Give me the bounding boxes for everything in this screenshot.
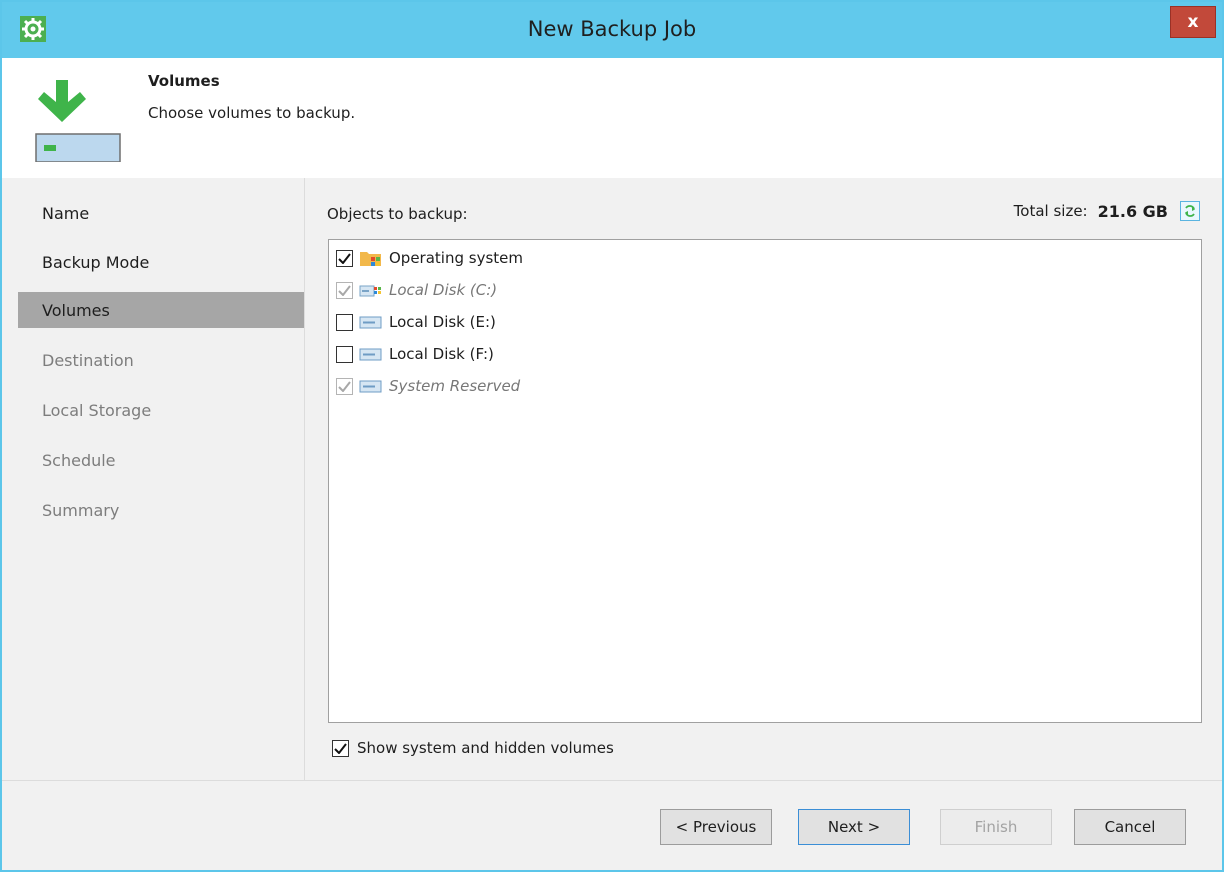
sidebar-item-volumes[interactable]: Volumes xyxy=(18,292,304,328)
check-icon xyxy=(338,284,351,296)
show-hidden-volumes-option[interactable]: Show system and hidden volumes xyxy=(332,739,614,757)
sidebar-item-summary: Summary xyxy=(42,500,120,520)
next-button[interactable]: Next > xyxy=(798,809,910,845)
tree-item-label: Local Disk (E:) xyxy=(389,313,496,331)
tree-item-operating-system[interactable]: Operating system xyxy=(336,244,523,272)
total-size-label: Total size: xyxy=(1013,202,1088,220)
check-icon xyxy=(334,742,347,754)
refresh-icon[interactable] xyxy=(1180,201,1200,221)
show-hidden-label: Show system and hidden volumes xyxy=(357,739,614,757)
checkbox-operating-system[interactable] xyxy=(336,249,353,267)
tree-item-local-disk-f[interactable]: Local Disk (F:) xyxy=(336,340,494,368)
wizard-steps-sidebar: Name Backup Mode Volumes Destination Loc… xyxy=(2,178,304,780)
wizard-header: Volumes Choose volumes to backup. xyxy=(2,58,1222,178)
tree-item-label: System Reserved xyxy=(389,377,521,395)
volumes-panel: Objects to backup: Total size: 21.6 GB O… xyxy=(305,178,1222,780)
tree-item-label: Operating system xyxy=(389,249,523,267)
tree-item-label: Local Disk (C:) xyxy=(389,281,498,299)
check-icon xyxy=(338,380,351,392)
close-icon: x xyxy=(1187,12,1199,32)
previous-button[interactable]: < Previous xyxy=(660,809,772,845)
volumes-tree[interactable]: Operating system Local Disk (C:) Local D… xyxy=(328,239,1202,723)
sidebar-item-local-storage: Local Storage xyxy=(42,400,152,420)
cancel-button[interactable]: Cancel xyxy=(1074,809,1186,845)
step-title: Volumes xyxy=(148,72,220,90)
checkbox-system-reserved xyxy=(336,377,353,395)
sidebar-item-name[interactable]: Name xyxy=(18,195,304,231)
os-folder-icon xyxy=(359,249,383,267)
tree-item-label: Local Disk (F:) xyxy=(389,345,494,363)
checkbox-local-disk-e[interactable] xyxy=(336,313,353,331)
backup-volume-icon xyxy=(35,80,121,162)
tree-item-local-disk-e[interactable]: Local Disk (E:) xyxy=(336,308,496,336)
drive-icon xyxy=(359,313,383,331)
check-icon xyxy=(338,252,351,264)
wizard-footer: < Previous Next > Finish Cancel xyxy=(2,780,1222,870)
windows-drive-icon xyxy=(359,281,383,299)
close-button[interactable]: x xyxy=(1170,6,1216,38)
window-title: New Backup Job xyxy=(527,17,697,41)
tree-item-system-reserved: System Reserved xyxy=(336,372,520,400)
total-size-value: 21.6 GB xyxy=(1097,201,1168,221)
drive-icon xyxy=(359,345,383,363)
sidebar-item-backup-mode[interactable]: Backup Mode xyxy=(18,244,304,280)
checkbox-local-disk-f[interactable] xyxy=(336,345,353,363)
checkbox-local-disk-c xyxy=(336,281,353,299)
title-bar[interactable]: New Backup Job x xyxy=(2,2,1222,58)
backup-job-window: New Backup Job x Volumes Choose volumes … xyxy=(0,0,1224,872)
tree-item-local-disk-c: Local Disk (C:) xyxy=(336,276,497,304)
finish-button: Finish xyxy=(940,809,1052,845)
drive-icon xyxy=(359,377,383,395)
sidebar-item-schedule: Schedule xyxy=(42,450,116,470)
total-size: Total size: 21.6 GB xyxy=(1014,201,1200,221)
show-hidden-checkbox[interactable] xyxy=(332,739,349,757)
refresh-arrows-icon xyxy=(1185,205,1195,217)
step-subtitle: Choose volumes to backup. xyxy=(148,104,356,122)
sidebar-item-destination: Destination xyxy=(42,350,134,370)
objects-to-backup-label: Objects to backup: xyxy=(327,205,468,223)
